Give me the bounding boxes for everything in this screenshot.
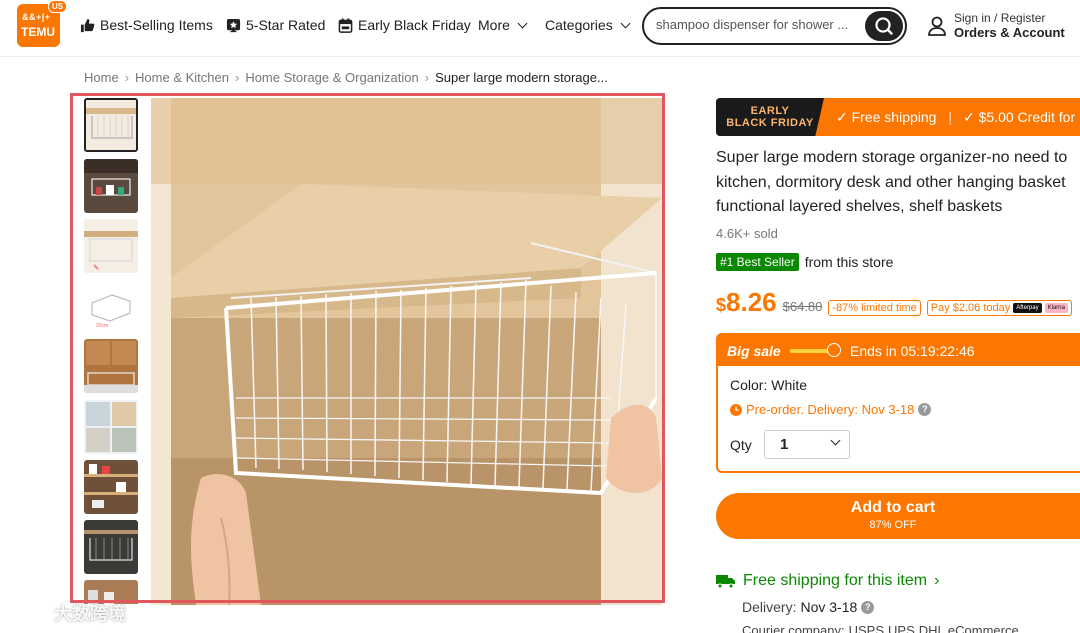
chevron-down-icon (620, 18, 631, 28)
nav-label: 5-Star Rated (246, 17, 326, 33)
user-icon (928, 16, 946, 36)
truck-icon (716, 575, 735, 589)
clock-icon (730, 403, 742, 416)
best-seller-suffix: from this store (804, 254, 894, 270)
promo-line2: BLACK FRIDAY (726, 117, 814, 129)
region-badge: US (48, 0, 68, 13)
early-black-friday-badge: EARLY BLACK FRIDAY (716, 98, 824, 136)
nav-five-star[interactable]: 5-Star Rated (226, 17, 325, 33)
color-selection: Color: White (730, 377, 808, 393)
best-seller-row: #1 Best Seller from this store (716, 253, 893, 271)
nav-label: Best-Selling Items (100, 17, 213, 33)
preorder-notice: Pre-order. Delivery: Nov 3-18 ? (730, 402, 932, 417)
price-row: $ 8.26 $64.80 -87% limited time Pay $2.0… (716, 287, 1072, 318)
nav-label: Early Black Friday (358, 17, 471, 33)
breadcrumb-separator: › (124, 70, 130, 85)
promo-banner: EARLY BLACK FRIDAY ✓ Free shipping | ✓ $… (716, 98, 1080, 136)
breadcrumb-separator: › (234, 70, 240, 85)
breadcrumb-separator: › (424, 70, 430, 85)
courier-info: Courier company: USPS UPS DHL eCommerce (742, 623, 1019, 633)
chevron-down-icon (517, 18, 528, 28)
add-to-cart-discount: 87% OFF (869, 519, 917, 531)
breadcrumb-home-kitchen[interactable]: Home & Kitchen (135, 70, 229, 85)
top-header: &&+|+ TEMU US Best-Selling Items 5-Star … (0, 0, 1080, 57)
nav-more[interactable]: More (478, 17, 528, 33)
check-icon: ✓ (963, 109, 975, 125)
breadcrumb: Home › Home & Kitchen › Home Storage & O… (84, 70, 608, 85)
search-input[interactable] (656, 17, 856, 32)
current-price: 8.26 (726, 287, 777, 317)
title-line: functional layered shelves, shelf basket… (716, 198, 1003, 215)
help-icon[interactable]: ? (918, 403, 932, 416)
free-shipping-title: Free shipping for this item (743, 572, 928, 589)
account-menu[interactable]: Sign in / Register Orders & Account (928, 12, 1065, 40)
add-to-cart-label: Add to cart (850, 499, 936, 516)
credit-text: $5.00 Credit for (978, 109, 1076, 125)
preorder-text: Pre-order. Delivery: Nov 3-18 (746, 402, 915, 417)
calendar-icon (338, 17, 353, 33)
free-shipping-label: ✓ Free shipping | (836, 109, 952, 126)
search-button[interactable] (865, 11, 903, 41)
delivery-label: Delivery: (742, 599, 797, 615)
title-line: Super large modern storage organizer-no … (716, 149, 1068, 166)
add-to-cart-button[interactable]: Add to cart 87% OFF (716, 493, 1080, 539)
watermark: 大数跨境 (8, 600, 126, 626)
logo-text: TEMU (21, 25, 55, 39)
qty-label: Qty (730, 437, 752, 453)
discount-tag: -87% limited time (828, 300, 921, 316)
quantity-select[interactable]: 1 (764, 430, 850, 459)
product-title: Super large modern storage organizer-no … (716, 146, 1080, 220)
chevron-right-icon: › (934, 572, 940, 589)
clock-icon (827, 343, 841, 357)
sale-countdown: Ends in 05:19:22:46 (850, 343, 975, 359)
title-line: kitchen, dormitory desk and other hangin… (716, 173, 1066, 191)
chevron-down-icon (830, 435, 841, 446)
search-bar (642, 7, 907, 45)
star-badge-icon (226, 18, 241, 32)
divider: | (948, 109, 952, 125)
qty-value: 1 (780, 436, 789, 453)
afterpay-logo: Afterpay (1013, 303, 1042, 313)
credit-label: ✓ $5.00 Credit for (963, 109, 1075, 126)
signin-register-link: Sign in / Register (954, 11, 1046, 25)
big-sale-panel: Big sale Ends in 05:19:22:46 Color: Whit… (716, 333, 1080, 473)
breadcrumb-storage[interactable]: Home Storage & Organization (245, 70, 418, 85)
breadcrumb-home[interactable]: Home (84, 70, 119, 85)
nav-label: Categories (545, 17, 613, 33)
nav-label: More (478, 17, 510, 33)
nav-best-selling[interactable]: Best-Selling Items (80, 17, 213, 33)
watermark-logo-icon (10, 605, 45, 621)
pay-today-text: Pay $2.06 today (930, 302, 1011, 314)
sold-count: 4.6K+ sold (716, 226, 778, 241)
klarna-logo: Klarna (1044, 303, 1068, 313)
nav-early-black-friday[interactable]: Early Black Friday (338, 17, 471, 33)
breadcrumb-current: Super large modern storage... (435, 70, 608, 85)
nav-categories[interactable]: Categories (545, 17, 631, 33)
free-shipping-link[interactable]: Free shipping for this item › (716, 572, 939, 590)
check-icon: ✓ (836, 109, 848, 125)
best-seller-badge[interactable]: #1 Best Seller (716, 253, 799, 271)
pay-later-tag[interactable]: Pay $2.06 today Afterpay Klarna (926, 300, 1072, 316)
free-shipping-text: Free shipping (851, 109, 937, 125)
thumbs-up-icon (80, 18, 95, 32)
orders-account-link: Orders & Account (954, 25, 1065, 40)
currency-symbol: $ (716, 295, 727, 315)
delivery-info: Delivery: Nov 3-18 ? (742, 599, 875, 615)
courier-label: Courier company: (742, 623, 845, 633)
selection-highlight (70, 93, 665, 603)
help-icon[interactable]: ? (861, 600, 875, 614)
original-price: $64.80 (782, 299, 823, 314)
big-sale-label: Big sale (727, 343, 781, 359)
watermark-text: 大数跨境 (54, 604, 126, 624)
courier-ups: UPS (888, 623, 915, 633)
search-icon (875, 17, 893, 35)
promo-line1: EARLY (750, 105, 790, 117)
courier-dhl: DHL eCommerce (918, 623, 1019, 633)
delivery-value: Nov 3-18 (800, 599, 858, 615)
logo-mark: &&+|+ (22, 12, 51, 22)
courier-usps: USPS (848, 623, 885, 633)
sale-header: Big sale Ends in 05:19:22:46 (718, 335, 1080, 366)
temu-logo[interactable]: &&+|+ TEMU US (17, 0, 68, 47)
